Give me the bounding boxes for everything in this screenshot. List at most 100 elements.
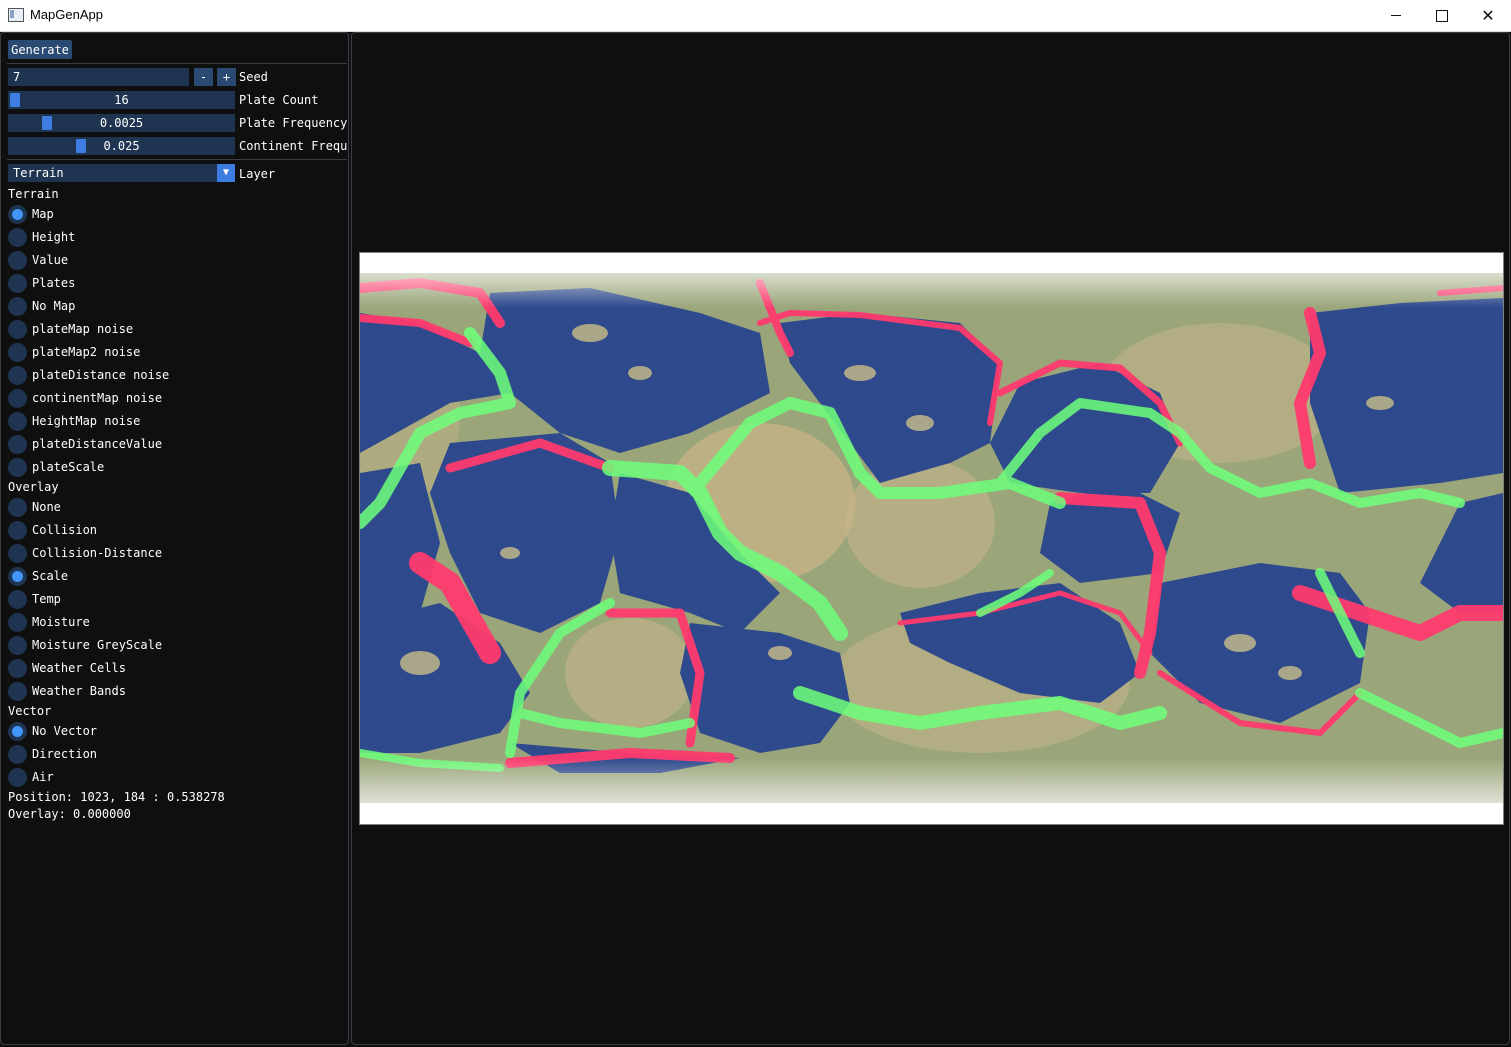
terrain-option[interactable]: plateMap2 noise	[8, 342, 140, 362]
radio-button[interactable]	[8, 635, 27, 655]
terrain-option[interactable]: Plates	[8, 273, 75, 293]
slider-grab[interactable]	[76, 139, 87, 153]
overlay-option[interactable]: Weather Cells	[8, 658, 126, 678]
radio-button[interactable]	[8, 342, 27, 362]
overlay-option-label: Temp	[32, 592, 61, 606]
overlay-option[interactable]: Temp	[8, 589, 61, 609]
terrain-header: Terrain	[8, 187, 59, 201]
radio-button[interactable]	[8, 497, 27, 517]
terrain-option[interactable]: plateScale	[8, 457, 104, 477]
top-fade	[360, 253, 1503, 308]
radio-button[interactable]	[8, 543, 27, 563]
terrain-option-label: Map	[32, 207, 54, 221]
radio-button[interactable]	[8, 767, 27, 787]
radio-button[interactable]	[8, 721, 27, 741]
terrain-option[interactable]: plateDistanceValue	[8, 434, 162, 454]
overlay-option[interactable]: Weather Bands	[8, 681, 126, 701]
vector-header: Vector	[8, 704, 52, 718]
plate-frequency-slider[interactable]: 0.0025	[8, 114, 235, 132]
seed-decrement-button[interactable]: -	[194, 68, 213, 86]
title-bar: MapGenApp ✕	[0, 0, 1511, 32]
bottom-fade	[360, 758, 1503, 824]
terrain-option[interactable]: Height	[8, 227, 75, 247]
overlay-option-label: None	[32, 500, 61, 514]
terrain-option-label: No Map	[32, 299, 76, 313]
overlay-option[interactable]: Scale	[8, 566, 68, 586]
terrain-option[interactable]: No Map	[8, 296, 75, 316]
terrain-option-label: plateScale	[32, 460, 105, 474]
terrain-option-label: Plates	[32, 276, 76, 290]
plate-frequency-value: 0.0025	[99, 116, 144, 130]
map-render	[360, 253, 1503, 824]
radio-button[interactable]	[8, 319, 27, 339]
overlay-option[interactable]: Collision	[8, 520, 97, 540]
terrain-option[interactable]: Value	[8, 250, 68, 270]
terrain-option[interactable]: plateMap noise	[8, 319, 133, 339]
vector-option-label: No Vector	[32, 724, 98, 738]
terrain-option-label: HeightMap noise	[32, 414, 141, 428]
radio-button[interactable]	[8, 658, 27, 678]
continent-frequency-value: 0.025	[103, 139, 140, 153]
plate-count-slider[interactable]: 16	[8, 91, 235, 109]
seed-input[interactable]: 7	[8, 68, 189, 86]
maximize-icon	[1436, 9, 1448, 22]
terrain-option[interactable]: plateDistance noise	[8, 365, 169, 385]
vector-option[interactable]: Air	[8, 767, 54, 787]
overlay-option-label: Scale	[32, 569, 69, 583]
maximize-button[interactable]	[1419, 0, 1465, 31]
terrain-option[interactable]: HeightMap noise	[8, 411, 140, 431]
radio-button[interactable]	[8, 296, 27, 316]
vector-option[interactable]: No Vector	[8, 721, 97, 741]
overlay-option[interactable]: None	[8, 497, 61, 517]
overlay-option[interactable]: Moisture GreyScale	[8, 635, 162, 655]
window-title: MapGenApp	[30, 7, 103, 22]
radio-button[interactable]	[8, 566, 27, 586]
radio-button[interactable]	[8, 744, 27, 764]
map-viewport[interactable]	[351, 32, 1510, 1045]
terrain-option-label: Value	[32, 253, 69, 267]
overlay-option-label: Moisture GreyScale	[32, 638, 163, 652]
terrain-option[interactable]: continentMap noise	[8, 388, 162, 408]
overlay-readout: Overlay: 0.000000	[8, 807, 131, 821]
radio-button[interactable]	[8, 612, 27, 632]
chevron-down-icon[interactable]: ▼	[217, 164, 235, 182]
overlay-option-label: Weather Bands	[32, 684, 126, 698]
radio-button[interactable]	[8, 273, 27, 293]
layer-value: Terrain	[13, 166, 64, 180]
slider-grab[interactable]	[41, 116, 52, 130]
radio-button[interactable]	[8, 204, 27, 224]
continent-frequency-slider[interactable]: 0.025	[8, 137, 235, 155]
plate-count-value: 16	[114, 93, 129, 107]
control-panel: Generate 7 - + Seed 16 Plate Count 0.002…	[0, 32, 349, 1045]
radio-button[interactable]	[8, 681, 27, 701]
overlay-option-label: Moisture	[32, 615, 90, 629]
overlay-option[interactable]: Collision-Distance	[8, 543, 162, 563]
overlay-option[interactable]: Moisture	[8, 612, 90, 632]
position-readout: Position: 1023, 184 : 0.538278	[8, 790, 225, 804]
radio-button[interactable]	[8, 365, 27, 385]
plate-frequency-label: Plate Frequency	[239, 116, 348, 130]
radio-button[interactable]	[8, 457, 27, 477]
generate-button[interactable]: Generate	[8, 40, 72, 59]
radio-button[interactable]	[8, 250, 27, 270]
radio-button[interactable]	[8, 411, 27, 431]
terrain-option[interactable]: Map	[8, 204, 54, 224]
close-button[interactable]: ✕	[1465, 0, 1511, 31]
layer-select[interactable]: Terrain ▼	[8, 164, 235, 182]
minimize-button[interactable]	[1373, 0, 1419, 31]
radio-button[interactable]	[8, 227, 27, 247]
terrain-option-label: continentMap noise	[32, 391, 163, 405]
radio-button[interactable]	[8, 520, 27, 540]
radio-button[interactable]	[8, 388, 27, 408]
vector-option-label: Air	[32, 770, 54, 784]
overlay-option-label: Collision	[32, 523, 98, 537]
map-image[interactable]	[359, 252, 1504, 825]
vector-option[interactable]: Direction	[8, 744, 97, 764]
seed-label: Seed	[239, 70, 268, 84]
overlay-option-label: Weather Cells	[32, 661, 126, 675]
seed-increment-button[interactable]: +	[217, 68, 236, 86]
radio-button[interactable]	[8, 589, 27, 609]
radio-button[interactable]	[8, 434, 27, 454]
terrain-option-label: plateMap2 noise	[32, 345, 141, 359]
slider-grab[interactable]	[10, 93, 20, 107]
